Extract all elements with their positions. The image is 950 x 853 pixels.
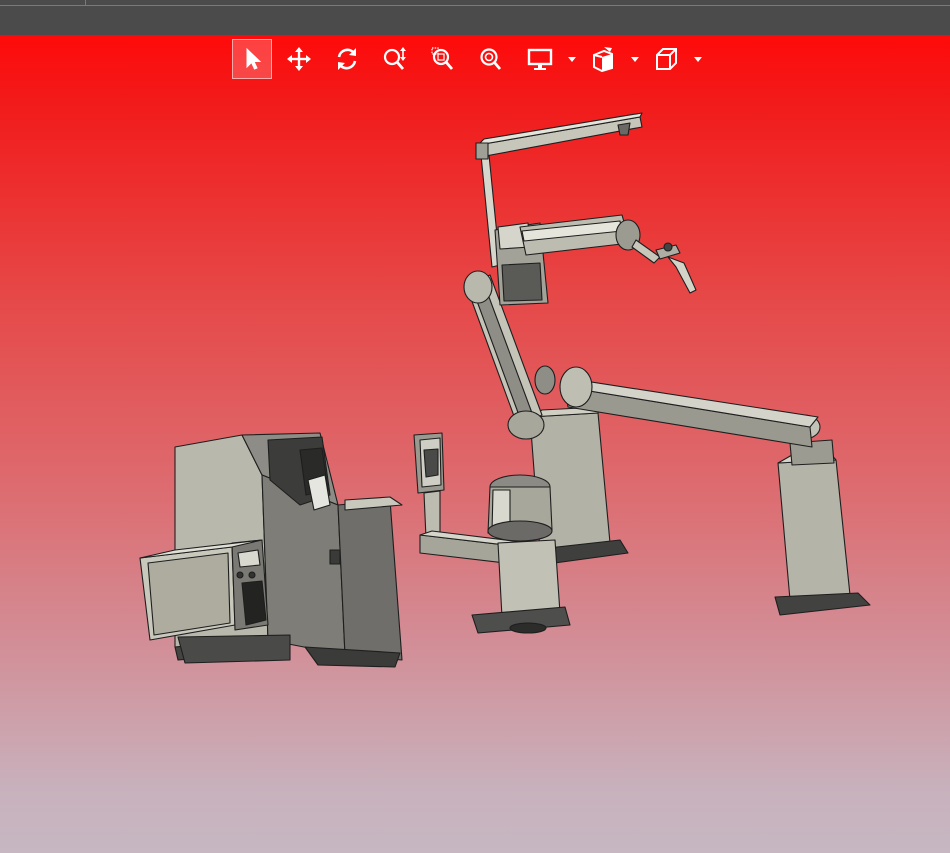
move-arrows-icon	[287, 47, 311, 71]
zoom-tool-button[interactable]	[375, 39, 415, 79]
rotate-icon	[337, 48, 357, 70]
zoom-window-tool-button[interactable]	[423, 39, 463, 79]
zoom-fit-icon	[480, 48, 502, 70]
section-cube-icon	[593, 47, 613, 72]
positioner-pillar[interactable]	[774, 414, 871, 616]
display-mode-dropdown-caret[interactable]	[568, 55, 576, 63]
zoom-updown-icon	[383, 47, 406, 70]
pan-tool-button[interactable]	[279, 39, 319, 79]
zoom-box-icon	[431, 47, 454, 70]
section-view-dropdown-caret[interactable]	[631, 55, 639, 63]
cabinet-drawer[interactable]	[139, 539, 269, 641]
top-bar-tick	[85, 0, 86, 6]
select-tool-button[interactable]	[232, 39, 272, 79]
section-view-button[interactable]	[583, 39, 623, 79]
view-toolbar	[230, 39, 710, 79]
3d-viewport[interactable]	[0, 35, 950, 853]
welding-torch[interactable]	[631, 239, 697, 294]
view-orientation-dropdown-caret[interactable]	[694, 55, 702, 63]
arrow-cursor-icon	[246, 47, 262, 70]
zoom-fit-tool-button[interactable]	[471, 39, 511, 79]
cube-icon	[656, 48, 677, 70]
monitor-icon	[527, 48, 553, 70]
top-bar-divider	[0, 5, 950, 6]
rotate-tool-button[interactable]	[327, 39, 367, 79]
view-orientation-button[interactable]	[646, 39, 686, 79]
cad-model-scene[interactable]	[0, 35, 950, 853]
robot-base-pedestal[interactable]	[471, 406, 629, 634]
top-menu-bar	[0, 0, 950, 36]
display-mode-button[interactable]	[520, 39, 560, 79]
